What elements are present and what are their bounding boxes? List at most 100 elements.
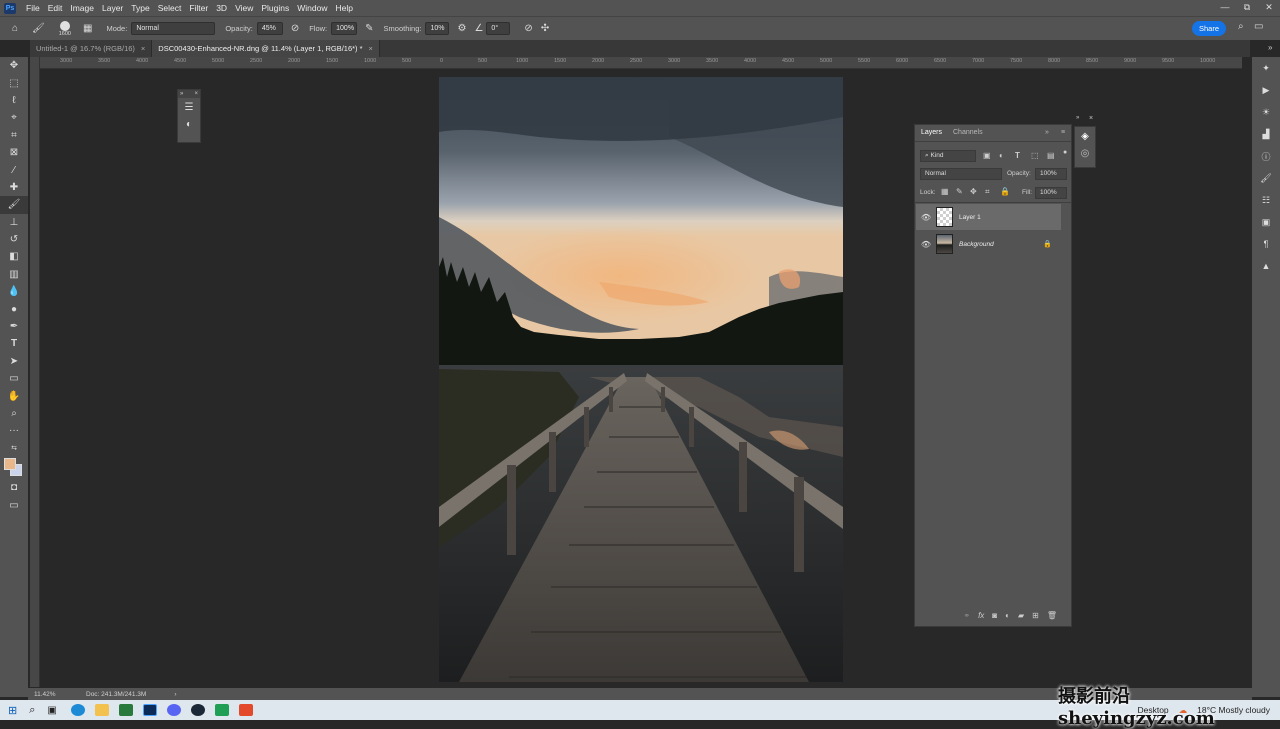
lock-artboard-icon[interactable]: ⌗ [985,187,990,197]
adjustments-icon[interactable]: ☰ [178,102,200,113]
crop-tool-icon[interactable]: ⌗ [0,127,28,144]
brush-settings-icon[interactable]: ▦ [83,23,92,34]
brush-size-picker[interactable]: 1600 [59,20,71,37]
zoom-tool-icon[interactable]: ⌕ [0,405,28,422]
panel-menu-icon[interactable]: ≡ [1061,129,1065,136]
plugins-icon[interactable]: ▲ [1252,255,1280,277]
layers-dock-icon[interactable]: ◈ [1075,131,1095,142]
menu-select[interactable]: Select [154,0,186,16]
search-taskbar-icon[interactable]: ⌕ [29,704,35,717]
histogram-icon[interactable]: ▟ [1252,123,1280,145]
frame-tool-icon[interactable]: ⊠ [0,144,28,161]
brush-tool-preset-icon[interactable]: 🖌 [32,23,45,34]
flow-input[interactable]: 100% [331,22,358,35]
layer-row-layer-1[interactable]: 👁 Layer 1 [916,204,1061,230]
brush-settings-panel-icon[interactable]: 🖌 [1252,167,1280,189]
visibility-eye-icon[interactable]: 👁 [916,213,936,222]
panel-collapse-icon[interactable]: » [1045,129,1049,136]
menu-layer[interactable]: Layer [98,0,127,16]
tab-layers[interactable]: Layers [921,129,942,136]
link-layers-icon[interactable]: ⚭ [963,611,970,620]
layer-name[interactable]: Background [959,241,994,248]
menu-type[interactable]: Type [127,0,153,16]
lock-position-icon[interactable]: ✥ [970,187,977,196]
lasso-tool-icon[interactable]: ℓ [0,92,28,109]
new-adjustment-layer-icon[interactable]: ◐ [1005,611,1010,620]
pressure-opacity-icon[interactable]: ⊘ [291,23,299,34]
rectangle-tool-icon[interactable]: ▭ [0,370,28,387]
lock-pixels-icon[interactable]: ✎ [956,187,963,196]
default-colors-icon[interactable]: ⇆ [0,440,28,457]
color-swatches[interactable] [0,457,28,479]
properties-panel-icon[interactable]: ☷ [1252,189,1280,211]
minimize-button[interactable]: — [1214,0,1236,16]
creative-cloud-icon[interactable] [238,704,253,716]
healing-brush-tool-icon[interactable]: ✚ [0,179,28,196]
smoothing-gear-icon[interactable]: ⚙ [457,23,466,34]
edge-icon[interactable] [70,704,85,716]
filter-toggle-icon[interactable]: ● [1063,149,1067,156]
menu-help[interactable]: Help [331,0,356,16]
discord-icon[interactable] [166,704,181,716]
file-explorer-icon[interactable] [94,704,109,716]
delete-layer-icon[interactable]: 🗑 [1047,611,1057,620]
lock-transparent-icon[interactable]: ▦ [941,187,949,196]
learn-icon[interactable]: ✦ [1252,57,1280,79]
dodge-tool-icon[interactable]: ● [0,300,28,317]
layer-filter-kind-select[interactable]: ⌕ Kind [920,150,976,162]
menu-3d[interactable]: 3D [212,0,231,16]
history-brush-tool-icon[interactable]: ↺ [0,231,28,248]
marquee-tool-icon[interactable]: ⬚ [0,74,28,91]
close-button[interactable]: ✕ [1258,0,1280,16]
more-tools-icon[interactable]: ··· [0,422,28,439]
eyedropper-tool-icon[interactable]: ⁄ [0,161,28,178]
status-menu-arrow[interactable]: › [174,691,176,698]
dock-close-icon[interactable]: × [1089,115,1093,122]
tab-close-icon[interactable]: × [369,44,373,53]
paragraph-icon[interactable]: ¶ [1252,233,1280,255]
search-icon[interactable]: ⌕ [1238,21,1244,32]
lock-all-icon[interactable]: 🔒 [1000,187,1010,196]
share-button[interactable]: Share [1192,21,1226,36]
mode-select[interactable]: Normal [131,22,216,35]
tab-untitled-1[interactable]: Untitled-1 @ 16.7% (RGB/16) × [30,40,153,57]
adjustments-panel-icon[interactable]: ☀ [1252,101,1280,123]
channels-dock-icon[interactable]: ◎ [1075,148,1095,159]
add-mask-icon[interactable]: ◙ [992,611,997,620]
home-icon[interactable]: ⌂ [12,23,18,34]
hand-tool-icon[interactable]: ✋ [0,387,28,404]
type-tool-icon[interactable]: T [0,335,28,352]
windows-start-icon[interactable]: ⊞ [8,704,17,717]
restore-button[interactable]: ⧉ [1236,0,1258,16]
clone-stamp-tool-icon[interactable]: ⊥ [0,214,28,231]
blend-mode-select[interactable]: Normal [920,168,1002,180]
panel-expand-icon[interactable]: » [180,90,183,98]
layer-row-background[interactable]: 👁 Background 🔒 [916,231,1061,257]
photoshop-taskbar-icon[interactable] [142,704,157,716]
workspace-icon[interactable]: ▭ [1254,21,1263,32]
eraser-tool-icon[interactable]: ◧ [0,248,28,265]
brush-tool-icon[interactable]: 🖌 [0,196,28,214]
document-image[interactable] [439,77,843,682]
airbrush-icon[interactable]: ✎ [365,23,373,34]
menu-plugins[interactable]: Plugins [257,0,293,16]
quick-mask-icon[interactable]: ◘ [0,479,28,496]
lightroom-icon[interactable] [214,704,229,716]
menu-edit[interactable]: Edit [44,0,67,16]
object-selection-tool-icon[interactable]: ⌖ [0,109,28,126]
gradient-tool-icon[interactable]: ▥ [0,266,28,283]
zoom-level[interactable]: 11.42% [34,691,82,698]
filter-smartobject-icon[interactable]: ▤ [1047,151,1055,160]
pen-tool-icon[interactable]: ✒ [0,318,28,335]
menu-window[interactable]: Window [293,0,331,16]
adjustment-layer-icon[interactable]: ◐ [178,119,200,130]
filter-type-icon[interactable]: T [1015,151,1020,160]
tabs-overflow-icon[interactable]: » [1268,43,1272,52]
move-tool-icon[interactable]: ✥ [0,57,28,74]
steam-icon[interactable] [190,704,205,716]
tab-close-icon[interactable]: × [141,44,145,53]
panel-close-icon[interactable]: × [194,90,198,98]
info-icon[interactable]: ⓘ [1252,145,1280,167]
store-icon[interactable] [118,704,133,716]
new-group-icon[interactable]: ▰ [1018,611,1024,620]
